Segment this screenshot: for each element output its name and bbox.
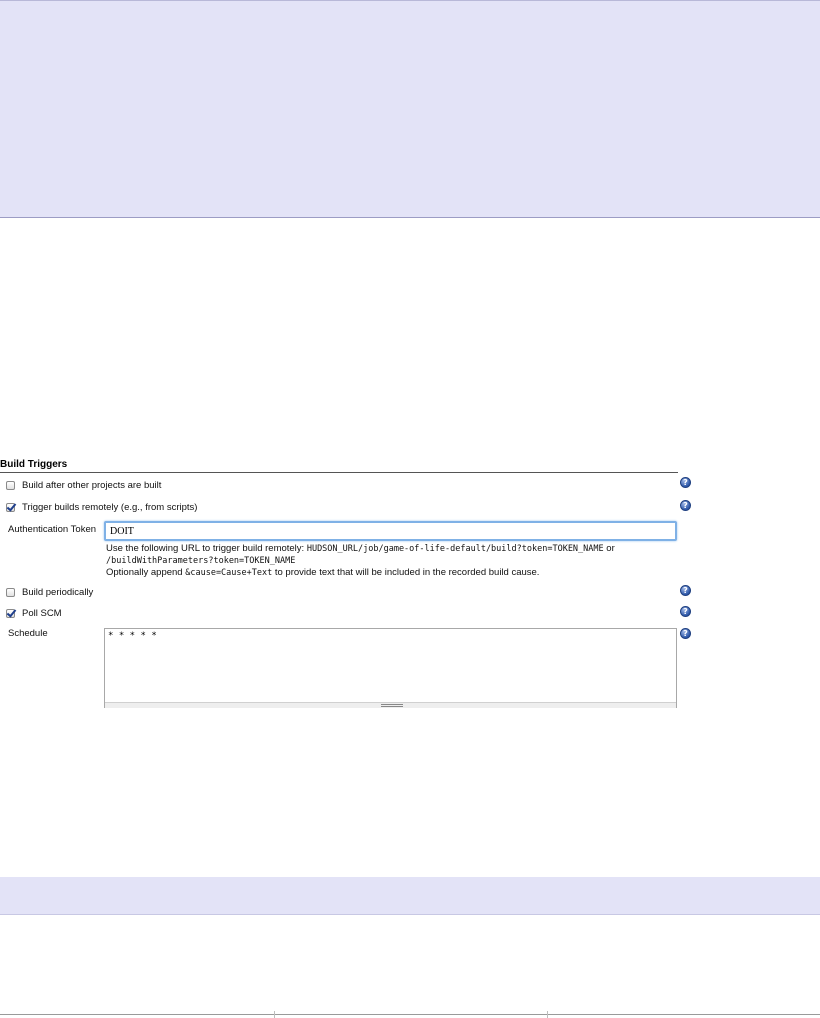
- schedule-label: Schedule: [8, 628, 48, 639]
- auth-token-label: Authentication Token: [8, 524, 97, 535]
- trigger-url: HUDSON_URL/job/game-of-life-default/buil…: [306, 544, 604, 554]
- trigger-remotely-checkbox[interactable]: [6, 502, 15, 512]
- help-icon[interactable]: ?: [680, 477, 691, 488]
- poll-scm-label: Poll SCM: [22, 607, 62, 619]
- help-line1-prefix: Use the following URL to trigger build r…: [106, 543, 307, 554]
- help-glyph: ?: [683, 629, 688, 638]
- build-periodically-checkbox[interactable]: [6, 587, 15, 597]
- auth-token-help-line2: /buildWithParameters?token=TOKEN_NAME: [106, 555, 295, 567]
- column-divider: [547, 1011, 548, 1018]
- top-band-panel: [0, 0, 820, 218]
- auth-token-input[interactable]: [104, 521, 677, 541]
- help-glyph: ?: [683, 586, 688, 595]
- column-divider: [274, 1011, 275, 1018]
- help-icon[interactable]: ?: [680, 628, 691, 639]
- poll-scm-checkbox[interactable]: [6, 608, 15, 618]
- build-after-other-label: Build after other projects are built: [22, 479, 162, 491]
- section-title-build-triggers: Build Triggers: [0, 459, 678, 473]
- schedule-textarea[interactable]: * * * * *: [104, 628, 677, 708]
- help-line1-suffix: or: [603, 543, 615, 554]
- help-line3-suffix: to provide text that will be included in…: [272, 567, 540, 578]
- help-icon[interactable]: ?: [680, 606, 691, 617]
- bottom-divider: [0, 1014, 820, 1015]
- help-glyph: ?: [683, 478, 688, 487]
- auth-token-help-line1: Use the following URL to trigger build r…: [106, 543, 615, 555]
- trigger-remotely-label: Trigger builds remotely (e.g., from scri…: [22, 501, 198, 513]
- help-glyph: ?: [683, 501, 688, 510]
- help-line3-prefix: Optionally append: [106, 567, 186, 578]
- build-after-other-checkbox[interactable]: [6, 480, 15, 490]
- build-with-params-url: /buildWithParameters?token=TOKEN_NAME: [106, 556, 296, 566]
- trigger-remotely-row[interactable]: Trigger builds remotely (e.g., from scri…: [6, 500, 197, 514]
- poll-scm-row[interactable]: Poll SCM: [6, 606, 62, 620]
- help-glyph: ?: [683, 607, 688, 616]
- resize-grip-icon[interactable]: [381, 704, 403, 707]
- build-periodically-label: Build periodically: [22, 586, 94, 598]
- cause-param: &cause=Cause+Text: [185, 568, 273, 578]
- build-periodically-row[interactable]: Build periodically: [6, 585, 93, 599]
- help-icon[interactable]: ?: [680, 585, 691, 596]
- auth-token-help-line3: Optionally append &cause=Cause+Text to p…: [106, 567, 539, 579]
- help-icon[interactable]: ?: [680, 500, 691, 511]
- build-after-other-row[interactable]: Build after other projects are built: [6, 478, 161, 492]
- bottom-band-panel: [0, 877, 820, 915]
